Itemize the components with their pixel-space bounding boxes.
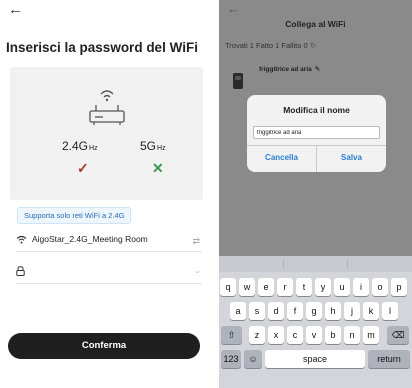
network-select-row[interactable]: AigoStar_2.4G_Meeting Room ⇄ <box>16 232 202 250</box>
key-v[interactable]: v <box>306 326 322 344</box>
key-d[interactable]: d <box>268 302 284 320</box>
checkmark-icon: ✓ <box>77 160 89 176</box>
shift-key-icon[interactable]: ⇧ <box>221 326 242 344</box>
divider <box>16 283 202 284</box>
back-arrow-icon[interactable]: ← <box>8 1 23 18</box>
key-b[interactable]: b <box>325 326 341 344</box>
band-5ghz-value: 5G <box>140 139 157 153</box>
connect-wifi-screen: ← Collega al WiFi Trovati 1 Fatto 1 Fall… <box>219 0 412 388</box>
swap-icon[interactable]: ⇄ <box>192 236 200 247</box>
key-e[interactable]: e <box>258 278 274 296</box>
suggestion-separator <box>347 260 348 268</box>
band-5ghz-label: 5GHz <box>140 139 166 153</box>
band-5ghz-unit: Hz <box>157 145 166 152</box>
band-support-hint: Supporta solo reti WiFi a 2.4G <box>17 207 132 224</box>
pairing-stats: Trovati 1 Fatto 1 Fallito 0 ↻ <box>225 41 316 50</box>
on-screen-keyboard: q w e r t y u i o p a s d f g h j k l ⇧ z x c v b n m ⌫ 123 ☺ space ret… <box>219 256 412 388</box>
cross-icon: ✕ <box>152 160 164 176</box>
divider <box>16 251 202 252</box>
space-key[interactable]: space <box>265 350 365 368</box>
key-x[interactable]: x <box>268 326 284 344</box>
pencil-icon[interactable]: ✎ <box>315 66 320 73</box>
suggestion-separator <box>283 260 284 268</box>
password-row: ⌣ <box>16 263 202 281</box>
key-i[interactable]: i <box>353 278 369 296</box>
emoji-key-icon[interactable]: ☺ <box>244 350 262 368</box>
dialog-title: Modifica il nome <box>283 105 350 115</box>
key-z[interactable]: z <box>249 326 265 344</box>
key-f[interactable]: f <box>287 302 303 320</box>
eye-hidden-icon[interactable]: ⌣ <box>195 267 200 277</box>
device-name: friggitrice ad aria ✎ <box>259 65 320 73</box>
key-c[interactable]: c <box>287 326 303 344</box>
key-g[interactable]: g <box>306 302 322 320</box>
wifi-icon <box>16 235 27 244</box>
key-p[interactable]: p <box>391 278 407 296</box>
band-24ghz-value: 2.4G <box>62 139 89 153</box>
key-l[interactable]: l <box>382 302 398 320</box>
key-o[interactable]: o <box>372 278 388 296</box>
key-q[interactable]: q <box>220 278 236 296</box>
key-n[interactable]: n <box>344 326 360 344</box>
page-title: Inserisci la password del WiFi <box>6 40 198 55</box>
key-t[interactable]: t <box>296 278 312 296</box>
save-button[interactable]: Salva <box>317 146 386 172</box>
lock-icon <box>16 266 25 276</box>
band-24ghz-label: 2.4GHz <box>62 139 98 153</box>
wifi-password-screen: ← Inserisci la password del WiFi 2.4GHz … <box>0 0 206 388</box>
key-j[interactable]: j <box>344 302 360 320</box>
refresh-icon[interactable]: ↻ <box>310 41 316 50</box>
rename-input[interactable] <box>253 126 380 139</box>
back-arrow-icon[interactable]: ← <box>227 1 240 16</box>
key-a[interactable]: a <box>230 302 246 320</box>
key-s[interactable]: s <box>249 302 265 320</box>
return-key[interactable]: return <box>368 350 410 368</box>
key-y[interactable]: y <box>315 278 331 296</box>
key-h[interactable]: h <box>325 302 341 320</box>
device-name-text: friggitrice ad aria <box>259 66 312 73</box>
password-input[interactable] <box>32 264 182 278</box>
router-band-card: 2.4GHz 5GHz ✓ ✕ <box>10 67 203 200</box>
cancel-button[interactable]: Cancella <box>247 146 316 172</box>
key-r[interactable]: r <box>277 278 293 296</box>
key-m[interactable]: m <box>363 326 379 344</box>
confirm-button[interactable]: Conferma <box>8 333 200 359</box>
air-fryer-icon <box>233 73 243 89</box>
band-24ghz-unit: Hz <box>89 145 98 152</box>
delete-key-icon[interactable]: ⌫ <box>387 326 409 344</box>
key-w[interactable]: w <box>239 278 255 296</box>
rename-dialog: Modifica il nome Cancella Salva <box>247 95 386 172</box>
router-icon <box>89 90 125 125</box>
device-item: friggitrice ad aria ✎ <box>219 62 412 89</box>
keyboard-suggestion-bar <box>219 256 412 272</box>
page-title: Collega al WiFi <box>285 19 346 29</box>
pairing-stats-text: Trovati 1 Fatto 1 Fallito 0 <box>225 41 308 50</box>
key-k[interactable]: k <box>363 302 379 320</box>
network-name: AigoStar_2.4G_Meeting Room <box>32 234 148 244</box>
numbers-key[interactable]: 123 <box>221 350 241 368</box>
key-u[interactable]: u <box>334 278 350 296</box>
